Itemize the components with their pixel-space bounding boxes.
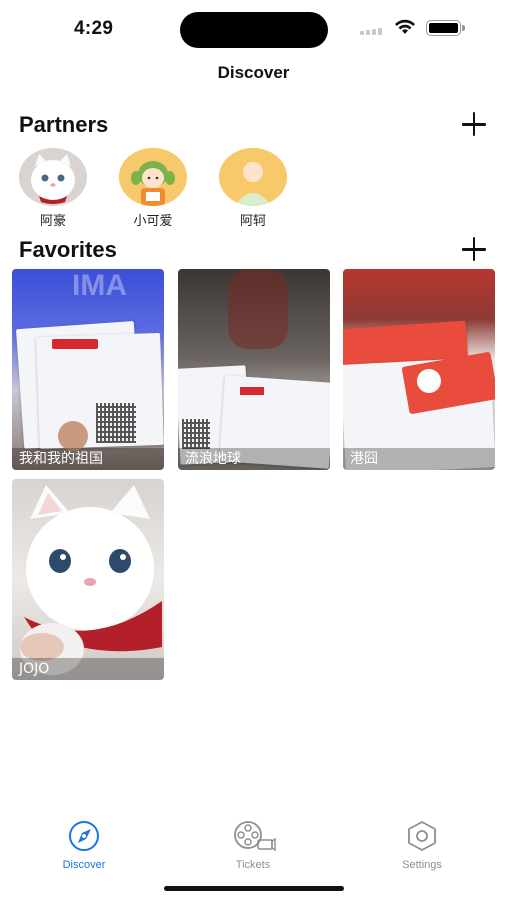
dynamic-island	[180, 12, 328, 48]
cellular-signal-icon	[360, 27, 386, 35]
partner-item[interactable]: 小可爱	[117, 148, 189, 229]
add-partner-button[interactable]	[460, 111, 488, 139]
hexagon-gear-icon	[408, 821, 436, 851]
favorite-card[interactable]: JOJO	[12, 479, 164, 680]
page-title: Discover	[217, 63, 290, 82]
partners-heading: Partners	[19, 112, 109, 137]
partner-item[interactable]: 阿轲	[217, 148, 289, 229]
status-bar: 4:29	[0, 0, 507, 60]
compass-icon	[69, 821, 99, 851]
tab-tickets[interactable]: Tickets	[208, 820, 298, 871]
battery-icon	[426, 20, 465, 36]
favorite-caption: 我和我的祖国	[12, 448, 164, 470]
white-cat-avatar	[19, 148, 87, 206]
favorite-card[interactable]: IMA 我和我的祖国	[12, 269, 164, 470]
partner-name: 阿轲	[239, 214, 266, 229]
tab-label: Discover	[62, 859, 106, 871]
tab-settings[interactable]: Settings	[377, 820, 467, 871]
partner-name: 阿豪	[39, 214, 66, 229]
favorites-heading: Favorites	[19, 237, 117, 262]
wifi-icon	[395, 19, 415, 34]
tab-label: Settings	[402, 859, 442, 871]
girl-cartoon-avatar	[119, 148, 187, 206]
partner-item[interactable]: 阿豪	[17, 148, 89, 229]
white-cat-photo	[20, 485, 162, 675]
favorite-card[interactable]: 港囧	[343, 269, 495, 470]
tab-label: Tickets	[235, 859, 271, 871]
favorite-caption: 流浪地球	[178, 448, 330, 470]
film-reel-icon	[234, 821, 276, 852]
add-favorite-button[interactable]	[460, 236, 488, 264]
favorite-card[interactable]: 流浪地球	[178, 269, 330, 470]
home-indicator[interactable]	[164, 886, 344, 891]
partner-name: 小可爱	[133, 214, 173, 229]
favorite-caption: JOJO	[12, 658, 164, 680]
status-time: 4:29	[74, 18, 114, 39]
favorite-caption: 港囧	[343, 448, 495, 470]
default-person-avatar	[219, 148, 287, 206]
tab-discover[interactable]: Discover	[39, 820, 129, 871]
